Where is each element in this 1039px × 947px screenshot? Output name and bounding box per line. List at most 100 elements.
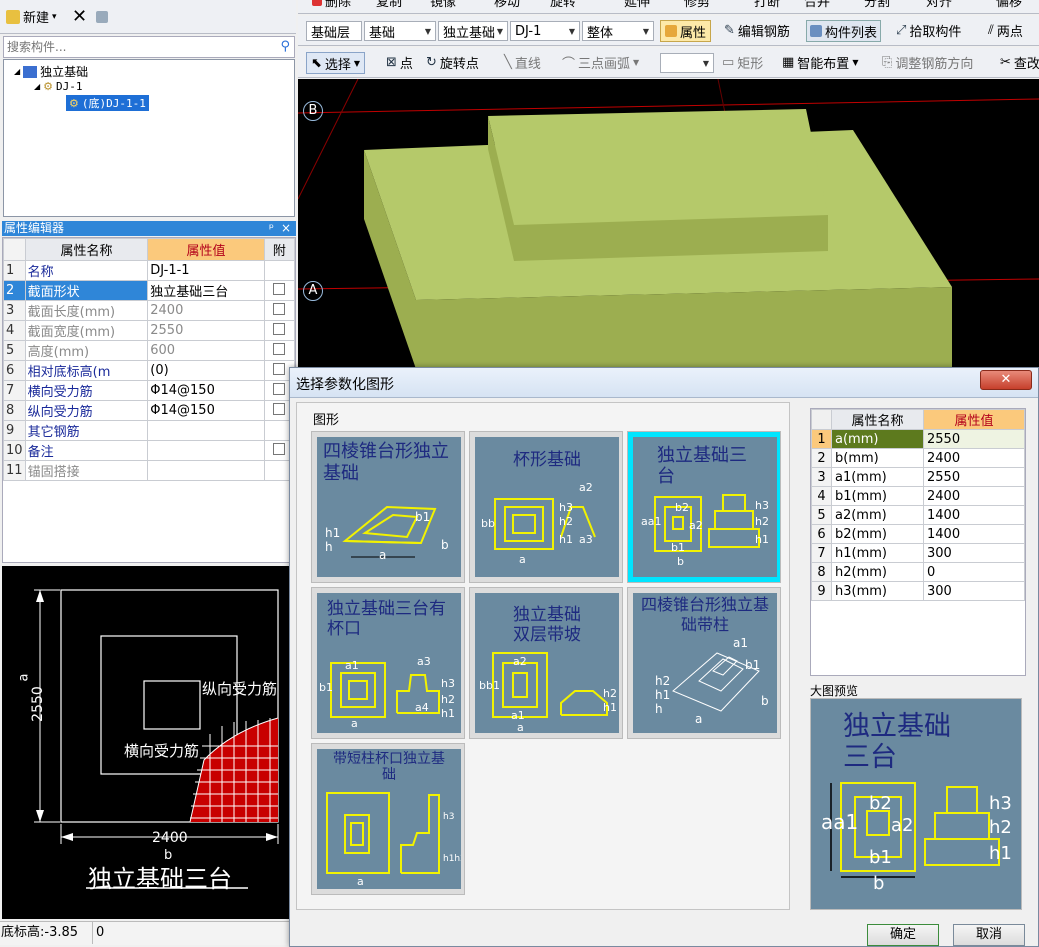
param-row[interactable]: 2 b(mm) 2400 xyxy=(811,448,1025,468)
component-list-button[interactable]: 构件列表 xyxy=(806,20,882,42)
offset-button[interactable]: 偏移 xyxy=(996,0,1022,10)
point-button[interactable]: ⊠ 点 xyxy=(386,48,413,77)
shape-card-short-column-cup[interactable]: 带短柱杯口独立基础 a h3h1h2 xyxy=(311,743,465,895)
prop-value[interactable] xyxy=(147,460,265,481)
checkbox-icon[interactable] xyxy=(273,382,286,395)
mirror-button[interactable]: 镜像 xyxy=(430,0,456,10)
prop-row[interactable]: 7 横向受力筋 Φ14@150 xyxy=(3,380,296,401)
collapse-icon[interactable]: ◢ xyxy=(34,82,40,91)
pick-button[interactable]: ⤢ 拾取构件 xyxy=(896,16,961,45)
shape-card-double-slope[interactable]: 独立基础双层带坡 a2 bb1 a1 a h2 h1 xyxy=(469,587,623,739)
checkbox-icon[interactable] xyxy=(273,322,286,335)
param-value[interactable]: 300 xyxy=(923,581,1025,601)
two-points-button[interactable]: ⫽ 两点 xyxy=(988,16,1023,45)
prop-row[interactable]: 2 截面形状 独立基础三台 xyxy=(3,280,296,301)
rotate-point-button[interactable]: ↻ 旋转点 xyxy=(426,48,479,77)
copy-button[interactable]: 复制 xyxy=(376,0,402,10)
close-icon[interactable]: × xyxy=(281,221,291,236)
param-row[interactable]: 9 h3(mm) 300 xyxy=(811,581,1025,601)
copy-icon[interactable] xyxy=(96,0,108,33)
collapse-icon[interactable]: ◢ xyxy=(14,67,20,76)
attach-checkbox[interactable] xyxy=(263,340,296,361)
prop-value[interactable]: 2550 xyxy=(147,320,265,341)
line-button[interactable]: ╲ 直线 xyxy=(504,48,541,77)
rect-button[interactable]: ▭ 矩形 xyxy=(722,48,763,77)
shape-card-three-step-cup[interactable]: 独立基础三台有杯口 a1 b1 a3 h3 h2 h1 a4 a xyxy=(311,587,465,739)
3d-viewport[interactable]: B A xyxy=(298,79,1039,369)
param-row[interactable]: 3 a1(mm) 2550 xyxy=(811,467,1025,487)
prop-value[interactable] xyxy=(147,440,265,461)
prop-row[interactable]: 3 截面长度(mm) 2400 xyxy=(3,300,296,321)
dialog-close-button[interactable]: ✕ xyxy=(980,370,1032,390)
type-select[interactable]: 独立基础 ▼ xyxy=(438,21,508,41)
cancel-button[interactable]: 取消 xyxy=(953,924,1025,946)
prop-value[interactable]: Φ14@150 xyxy=(147,400,265,421)
component-select[interactable]: DJ-1 ▼ xyxy=(510,21,580,41)
select-button[interactable]: ⬉ 选择 ▼ xyxy=(306,52,366,74)
param-row[interactable]: 5 a2(mm) 1400 xyxy=(811,505,1025,525)
checkbox-icon[interactable] xyxy=(273,302,286,315)
prop-value[interactable]: (0) xyxy=(147,360,265,381)
search-box[interactable]: ⚲ xyxy=(3,36,295,58)
param-value[interactable]: 1400 xyxy=(923,524,1025,544)
merge-button[interactable]: 合并 xyxy=(804,0,830,10)
prop-value[interactable]: DJ-1-1 xyxy=(147,260,265,281)
split-button[interactable]: 分割 xyxy=(864,0,890,10)
edit-rebar-button[interactable]: ✎ 编辑钢筋 xyxy=(724,16,790,45)
rotate-button[interactable]: 旋转 xyxy=(550,0,576,10)
prop-value[interactable]: Φ14@150 xyxy=(147,380,265,401)
prop-row[interactable]: 10 备注 xyxy=(3,440,296,461)
smart-layout-button[interactable]: ▦ 智能布置 ▼ xyxy=(782,48,858,77)
shape-card-three-step[interactable]: 独立基础三台 aa1 b2 a2 b1 b h3 h2 h1 xyxy=(627,431,781,583)
prop-value[interactable] xyxy=(147,420,265,441)
prop-row[interactable]: 11 锚固搭接 xyxy=(3,460,296,481)
param-row[interactable]: 7 h1(mm) 300 xyxy=(811,543,1025,563)
trim-button[interactable]: 修剪 xyxy=(684,0,710,10)
checkbox-icon[interactable] xyxy=(273,282,286,295)
param-value[interactable]: 2550 xyxy=(923,429,1025,449)
attach-checkbox[interactable] xyxy=(263,300,296,321)
checkbox-icon[interactable] xyxy=(273,442,286,455)
tree-leaf[interactable]: ⚙ (底)DJ-1-1 xyxy=(66,95,149,111)
move-button[interactable]: 移动 xyxy=(494,0,520,10)
break-button[interactable]: 打断 xyxy=(754,0,780,10)
checkbox-icon[interactable] xyxy=(273,342,286,355)
prop-row[interactable]: 8 纵向受力筋 Φ14@150 xyxy=(3,400,296,421)
search-icon[interactable]: ⚲ xyxy=(280,39,290,54)
prop-row[interactable]: 5 高度(mm) 600 xyxy=(3,340,296,361)
shape-card-cup[interactable]: 杯形基础 bb a2 h3 h2 h1 a3 a xyxy=(469,431,623,583)
param-value[interactable]: 0 xyxy=(923,562,1025,582)
param-row[interactable]: 1 a(mm) 2550 xyxy=(811,429,1025,449)
param-row[interactable]: 8 h2(mm) 0 xyxy=(811,562,1025,582)
tree-child[interactable]: ◢ ⚙ DJ-1 xyxy=(34,80,83,93)
shape-card-pyramid-column[interactable]: 四棱锥台形独立基础带柱 a1 b1 h2 h1 h ba xyxy=(627,587,781,739)
param-value[interactable]: 2400 xyxy=(923,448,1025,468)
extend-button[interactable]: 延伸 xyxy=(624,0,650,10)
new-button[interactable]: 新建 ▾ xyxy=(6,0,57,33)
delete-icon[interactable]: ✕ xyxy=(72,0,87,33)
attach-checkbox[interactable] xyxy=(263,320,296,341)
adjust-rebar-button[interactable]: ⎘ 调整钢筋方向 xyxy=(882,48,973,77)
param-value[interactable]: 1400 xyxy=(923,505,1025,525)
prop-value[interactable]: 2400 xyxy=(147,300,265,321)
scope-select[interactable]: 整体 ▼ xyxy=(582,21,654,41)
prop-row[interactable]: 6 相对底标高(m (0) xyxy=(3,360,296,381)
prop-value[interactable]: 600 xyxy=(147,340,265,361)
tree-root[interactable]: ◢ 独立基础 xyxy=(14,63,88,80)
align-button[interactable]: 对齐 xyxy=(926,0,952,10)
arc-options-select[interactable]: ▼ xyxy=(660,53,714,73)
param-row[interactable]: 6 b2(mm) 1400 xyxy=(811,524,1025,544)
search-input[interactable] xyxy=(4,37,264,56)
ok-button[interactable]: 确定 xyxy=(867,924,939,946)
param-value[interactable]: 2400 xyxy=(923,486,1025,506)
prop-row[interactable]: 1 名称 DJ-1-1 xyxy=(3,260,296,281)
attach-checkbox[interactable] xyxy=(263,280,296,301)
query-button[interactable]: ✂ 查改 xyxy=(1000,48,1039,77)
param-value[interactable]: 2550 xyxy=(923,467,1025,487)
delete-button[interactable]: 删除 xyxy=(312,0,351,10)
prop-value[interactable]: 独立基础三台 xyxy=(147,280,265,301)
properties-button[interactable]: 属性 xyxy=(660,20,712,42)
category-select[interactable]: 基础 ▼ xyxy=(364,21,436,41)
shape-card-pyramid[interactable]: 四棱锥台形独立基础 a h1 h b1 b xyxy=(311,431,465,583)
prop-row[interactable]: 9 其它钢筋 xyxy=(3,420,296,441)
